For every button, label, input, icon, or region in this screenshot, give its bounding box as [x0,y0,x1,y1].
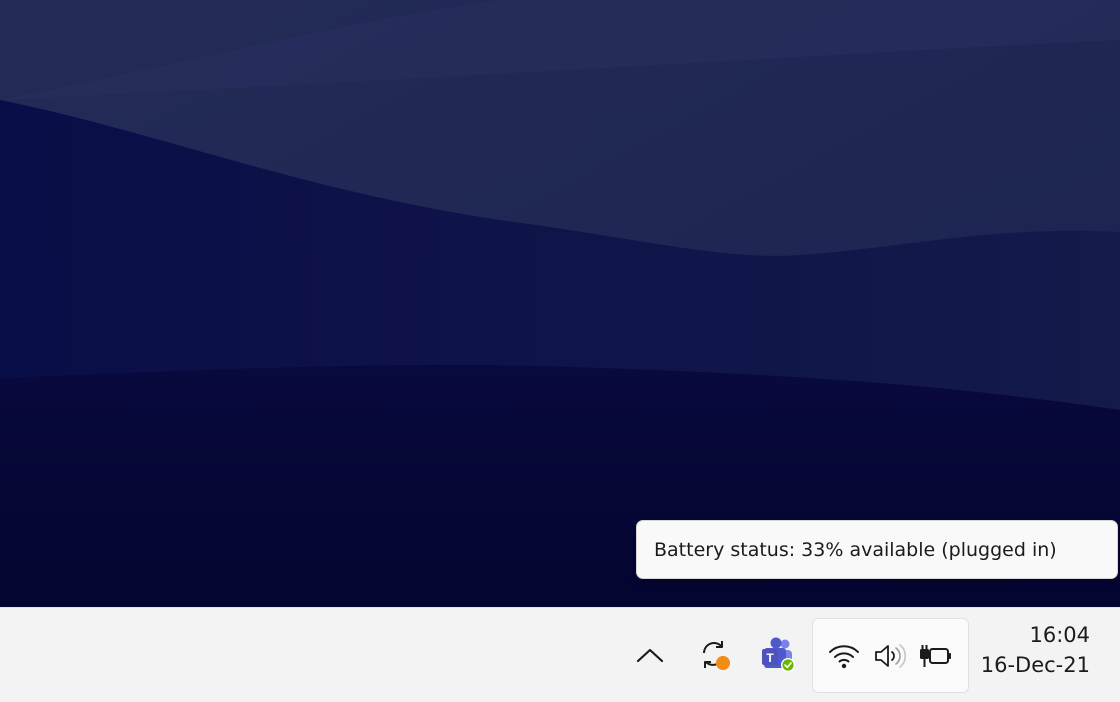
show-hidden-icons-button[interactable] [626,630,674,680]
wifi-indicator [825,641,863,671]
clock-time: 16:04 [1029,623,1090,647]
sync-tray-button[interactable] [690,630,738,680]
battery-status-tooltip: Battery status: 33% available (plugged i… [636,520,1118,579]
clock-date: 16-Dec-21 [980,653,1090,677]
chevron-up-icon [636,648,664,663]
wifi-icon [829,645,859,669]
wallpaper-waves [0,0,1120,607]
battery-indicator [917,641,955,671]
clock-button[interactable]: 16:04 16-Dec-21 [978,620,1112,690]
teams-tray-button[interactable]: T [754,630,802,680]
svg-text:T: T [766,651,774,665]
desktop-wallpaper [0,0,1120,607]
volume-indicator [871,641,909,671]
taskbar: T 16:04 16-Dec-21 [0,607,1120,702]
speaker-icon [875,644,907,668]
quick-settings-button[interactable] [812,618,969,693]
tooltip-text: Battery status: 33% available (plugged i… [654,538,1057,561]
battery-plugged-icon [920,645,951,667]
sync-icon [703,641,730,670]
teams-icon: T [762,637,795,672]
